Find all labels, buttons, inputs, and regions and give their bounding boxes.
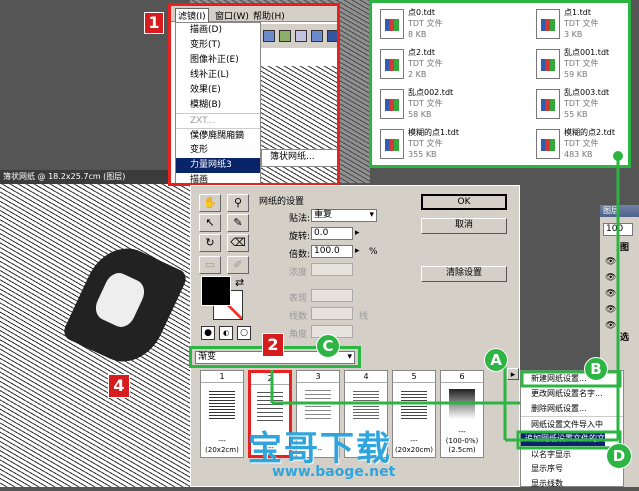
badge-b: B xyxy=(584,357,608,381)
badge-2: 2 xyxy=(262,333,284,357)
watermark-url: www.baoge.net xyxy=(272,464,396,480)
badge-d: D xyxy=(606,443,632,469)
badge-a: A xyxy=(484,348,508,372)
foreground-color[interactable] xyxy=(201,276,231,306)
badge-4: 4 xyxy=(108,374,130,398)
badge-c: C xyxy=(316,334,340,358)
watermark-title: 宝哥下载 xyxy=(248,429,392,469)
callout-connectors xyxy=(270,151,623,450)
